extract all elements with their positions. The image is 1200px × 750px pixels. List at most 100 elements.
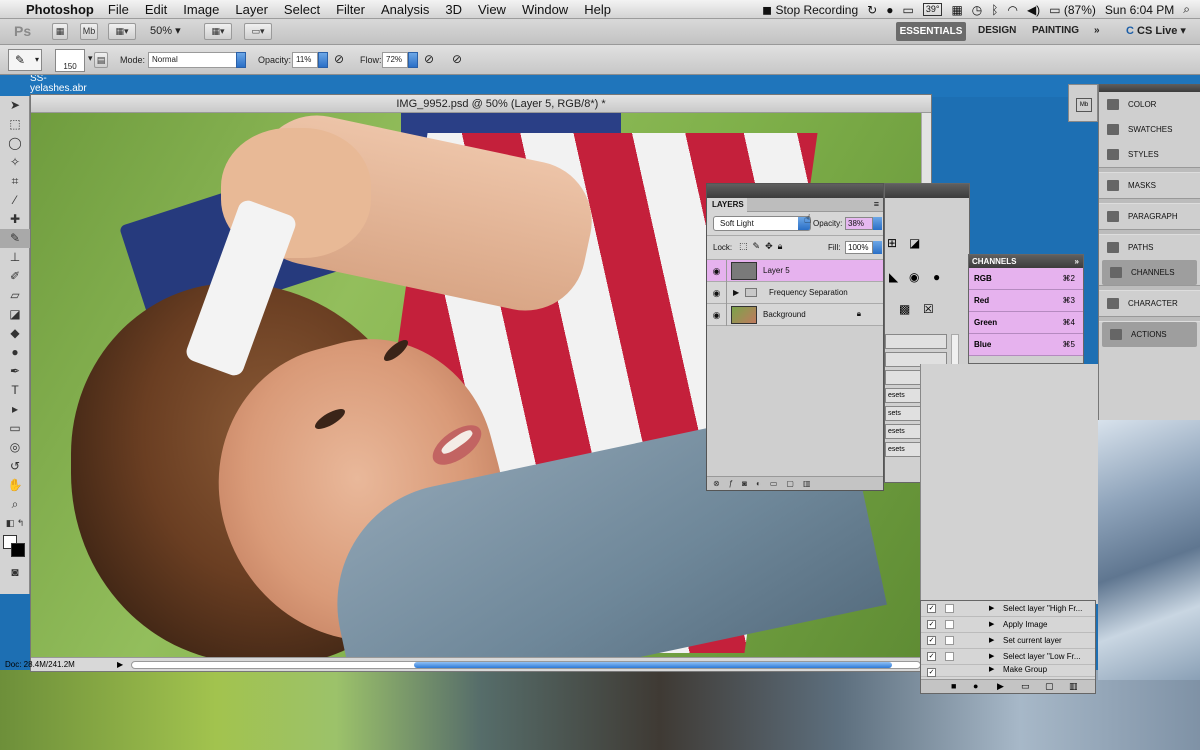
pressure-opacity-icon[interactable]: ⊘ xyxy=(334,52,344,66)
dock-item-paths[interactable]: PATHS xyxy=(1099,235,1200,260)
bluetooth-icon[interactable]: ᛒ xyxy=(991,3,998,17)
layer-row-layer-5[interactable]: ◉ Layer 5 xyxy=(707,260,883,282)
spotlight-search-icon[interactable]: ⌕ xyxy=(1183,2,1190,17)
mini-bridge-icon[interactable]: Mb xyxy=(1076,98,1092,112)
menu-analysis[interactable]: Analysis xyxy=(381,2,429,17)
brush-panel-toggle-icon[interactable]: ▤ xyxy=(94,52,108,68)
grid-icon[interactable]: ▦ xyxy=(951,3,962,17)
levels-icon[interactable]: ⊞ xyxy=(887,236,897,250)
document-horizontal-scrollbar[interactable] xyxy=(131,661,921,669)
action-expand-icon[interactable]: ▶ xyxy=(989,601,994,617)
background-color-swatch[interactable] xyxy=(11,543,25,557)
menu-help[interactable]: Help xyxy=(584,2,611,17)
action-expand-icon[interactable]: ▶ xyxy=(989,617,994,633)
layers-panel-header[interactable] xyxy=(707,184,883,198)
mode-select-arrow-icon[interactable] xyxy=(236,52,246,68)
action-row[interactable]: ✓ ▶ Apply Image xyxy=(921,617,1095,633)
eyedropper-tool-icon[interactable]: ⁄ xyxy=(0,191,30,210)
quick-mask-icon[interactable]: ◙ xyxy=(0,563,30,582)
preset-row-1[interactable] xyxy=(885,334,947,349)
hand-tool-icon[interactable]: ✋ xyxy=(0,476,30,495)
visibility-eye-icon[interactable]: ◉ xyxy=(707,304,727,326)
stop-recording-item[interactable]: ◼ Stop Recording xyxy=(762,3,858,17)
layers-empty-area[interactable] xyxy=(707,326,883,486)
vibrance-icon[interactable]: ◣ xyxy=(889,270,898,284)
layer-row-background[interactable]: ◉ Background 🔒︎ xyxy=(707,304,883,326)
opacity-dropdown-icon[interactable] xyxy=(318,52,328,68)
mini-bridge-dock[interactable]: Mb xyxy=(1068,84,1098,122)
menu-window[interactable]: Window xyxy=(522,2,568,17)
eraser-tool-icon[interactable]: ▱ xyxy=(0,286,30,305)
action-row[interactable]: ✓ ▶ Make Group xyxy=(921,665,1095,677)
lock-image-icon[interactable]: ✎ xyxy=(753,241,766,251)
dock-header[interactable] xyxy=(1099,84,1200,92)
document-tab-title[interactable]: IMG_9952.psd @ 50% (Layer 5, RGB/8*) * xyxy=(31,95,931,113)
menu-select[interactable]: Select xyxy=(284,2,320,17)
adjustments-panel-header[interactable] xyxy=(885,184,969,198)
menu-filter[interactable]: Filter xyxy=(336,2,365,17)
action-dialog-toggle[interactable] xyxy=(945,620,954,629)
history-brush-tool-icon[interactable]: ✐ xyxy=(0,267,30,286)
action-checkbox[interactable]: ✓ xyxy=(927,668,936,677)
opacity-input[interactable]: 11% xyxy=(292,52,318,68)
fill-dropdown-icon[interactable] xyxy=(873,241,882,254)
delete-action-icon[interactable]: ▥ xyxy=(1069,681,1078,692)
group-expand-icon[interactable]: ▶ xyxy=(733,288,739,297)
new-action-icon[interactable]: ▢ xyxy=(1045,681,1054,692)
dock-item-swatches[interactable]: SWATCHES xyxy=(1099,117,1200,142)
view-extras-button[interactable]: ▦▾ xyxy=(108,23,136,40)
wifi-icon[interactable]: ◠ xyxy=(1007,3,1017,17)
action-checkbox[interactable]: ✓ xyxy=(927,636,936,645)
action-checkbox[interactable]: ✓ xyxy=(927,620,936,629)
document-size-status[interactable]: Doc: 28.4M/241.2M xyxy=(5,658,75,671)
lock-transparent-icon[interactable]: ⬚ xyxy=(739,241,753,251)
arrange-documents-button[interactable]: ▦▾ xyxy=(204,23,232,40)
status-menu-arrow-icon[interactable]: ▶ xyxy=(117,658,123,671)
lasso-tool-icon[interactable]: ◯ xyxy=(0,134,30,153)
zoom-level-select[interactable]: 50% ▾ xyxy=(150,23,192,40)
add-mask-icon[interactable]: ◙ xyxy=(742,479,756,488)
temperature-badge[interactable]: 39° xyxy=(922,3,943,16)
dock-item-paragraph[interactable]: PARAGRAPH xyxy=(1099,204,1200,229)
exposure-icon[interactable]: ◪ xyxy=(909,236,920,250)
action-checkbox[interactable]: ✓ xyxy=(927,604,936,613)
action-row[interactable]: ✓ ▶ Select layer "Low Fr... xyxy=(921,649,1095,665)
stop-action-icon[interactable]: ■ xyxy=(951,681,956,691)
dock-item-actions[interactable]: ACTIONS xyxy=(1102,322,1197,347)
lock-all-icon[interactable]: 🔒︎ xyxy=(778,241,788,251)
link-layers-icon[interactable]: ⊗ xyxy=(713,479,729,488)
dodge-tool-icon[interactable]: ● xyxy=(0,343,30,362)
pen-tool-icon[interactable]: ✒ xyxy=(0,362,30,381)
flow-dropdown-icon[interactable] xyxy=(408,52,418,68)
type-tool-icon[interactable]: T xyxy=(0,381,30,400)
action-dialog-toggle[interactable] xyxy=(945,636,954,645)
3d-rotate-tool-icon[interactable]: ◎ xyxy=(0,438,30,457)
clone-stamp-tool-icon[interactable]: ⊥ xyxy=(0,248,30,267)
menu-edit[interactable]: Edit xyxy=(145,2,167,17)
dock-item-color[interactable]: COLOR xyxy=(1099,92,1200,117)
cs-live-menu[interactable]: C CS Live ▾ xyxy=(1126,24,1186,37)
layer-opacity-dropdown-icon[interactable] xyxy=(873,217,882,230)
action-row[interactable]: ✓ ▶ Select layer "High Fr... xyxy=(921,601,1095,617)
dock-item-masks[interactable]: MASKS xyxy=(1099,173,1200,198)
brush-dropdown-icon[interactable]: ▾ xyxy=(88,53,93,64)
mini-bridge-icon[interactable]: Mb xyxy=(80,23,98,40)
layers-tab[interactable]: LAYERS xyxy=(707,198,747,212)
action-dialog-toggle[interactable] xyxy=(945,652,954,661)
paint-bucket-tool-icon[interactable]: ◪ xyxy=(0,305,30,324)
lock-position-icon[interactable]: ✥ xyxy=(765,241,778,251)
battery-status[interactable]: ▭ (87%) xyxy=(1049,3,1096,17)
menu-image[interactable]: Image xyxy=(183,2,219,17)
new-set-icon[interactable]: ▭ xyxy=(1021,681,1030,692)
trash-icon[interactable]: ▥ xyxy=(803,479,820,488)
volume-icon[interactable]: ◀) xyxy=(1027,3,1040,17)
fill-input[interactable]: 100% xyxy=(845,241,873,254)
adjustment-layer-icon[interactable]: ◐ xyxy=(756,479,770,488)
black-white-icon[interactable]: ● xyxy=(933,270,940,284)
quick-selection-tool-icon[interactable]: ✧ xyxy=(0,153,30,172)
gradient-map-icon[interactable]: ▩ xyxy=(899,302,910,316)
healing-brush-tool-icon[interactable]: ✚ xyxy=(0,210,30,229)
menu-view[interactable]: View xyxy=(478,2,506,17)
hue-saturation-icon[interactable]: ◉ xyxy=(909,270,919,284)
blur-tool-icon[interactable]: ◆ xyxy=(0,324,30,343)
